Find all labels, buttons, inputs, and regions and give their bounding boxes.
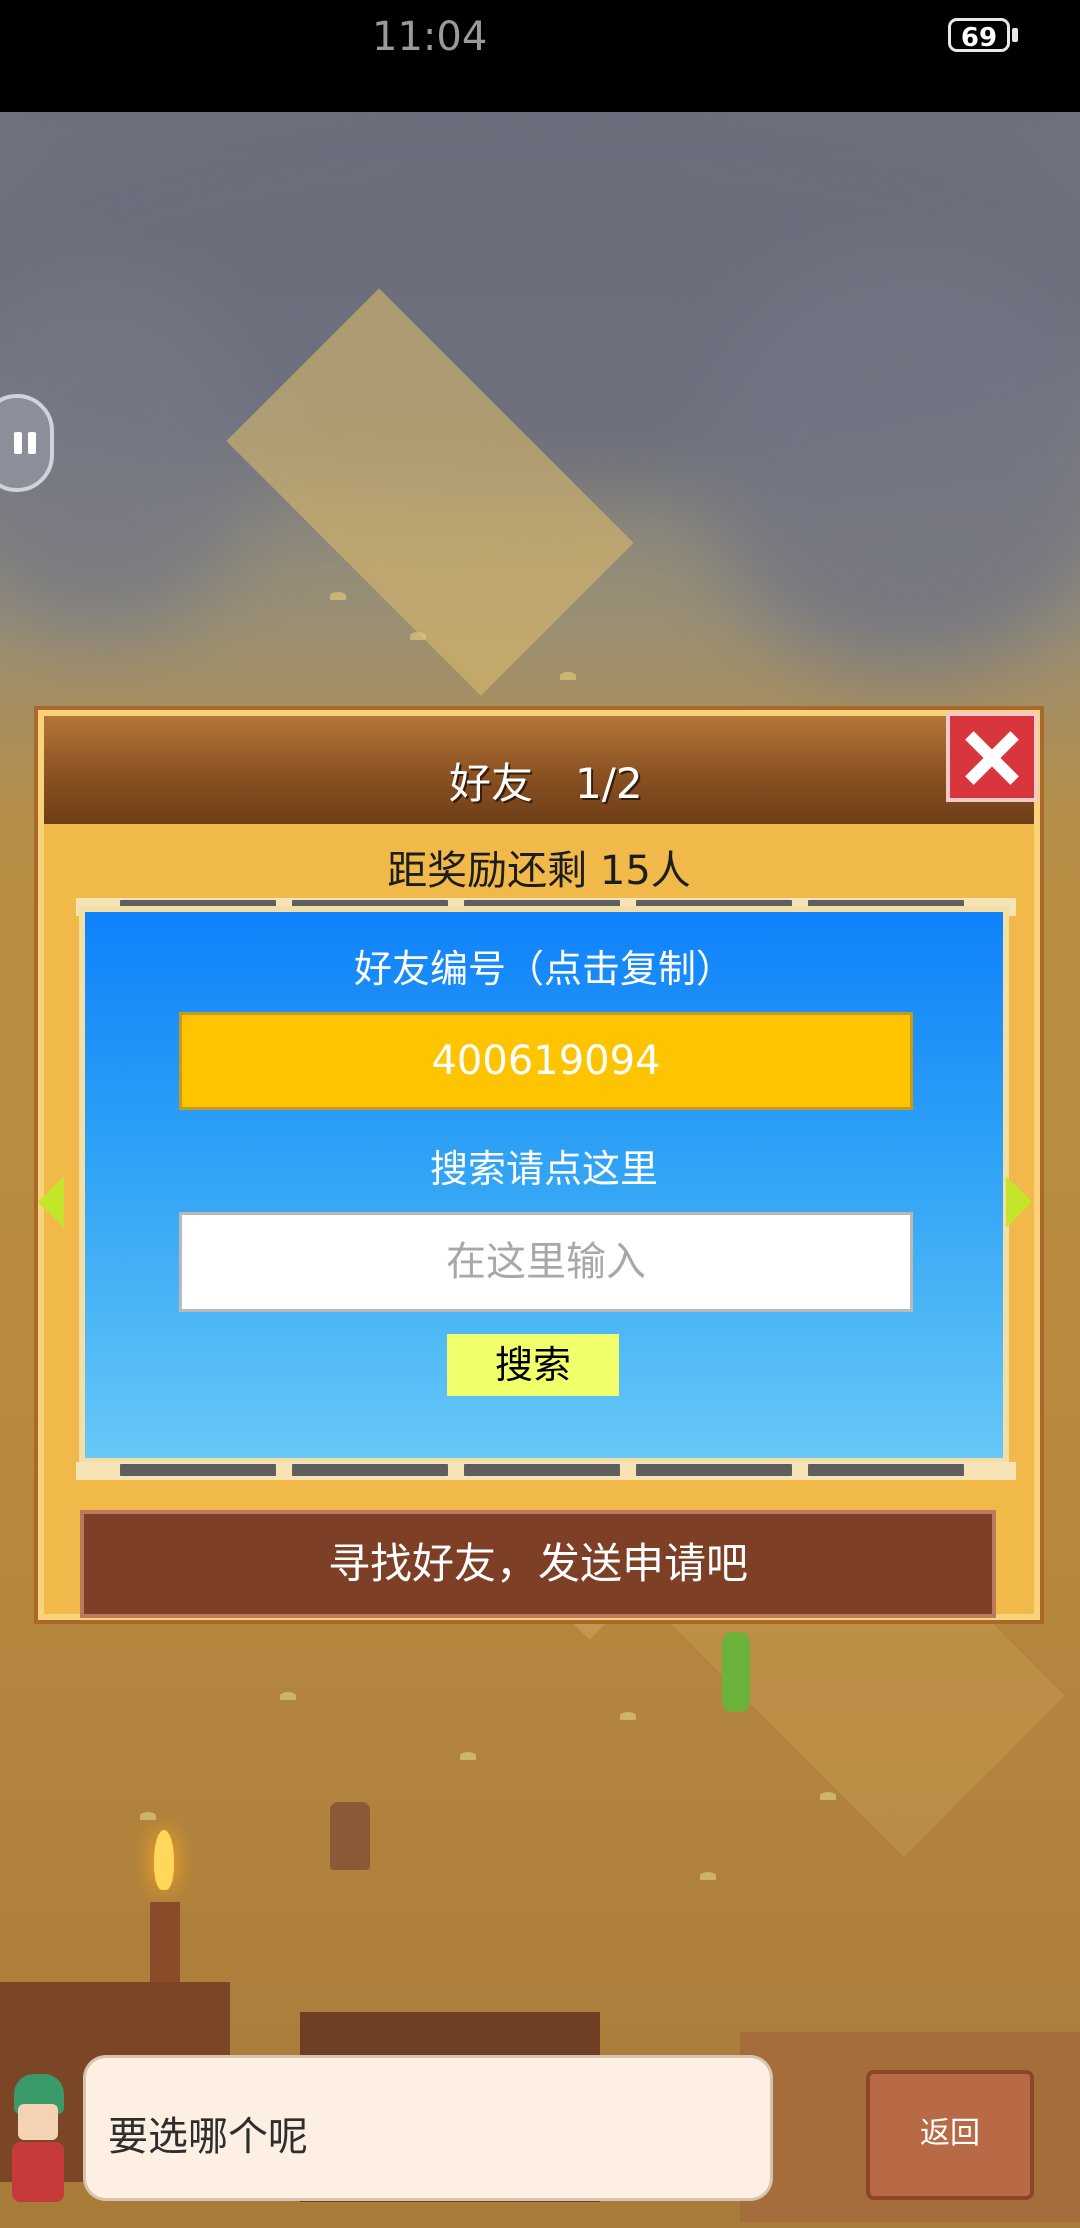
character-sprite[interactable] — [330, 1802, 370, 1870]
grass-tuft — [700, 1872, 716, 1880]
pause-button[interactable] — [0, 394, 54, 492]
pause-icon — [28, 432, 36, 454]
reward-remaining-text: 距奖励还剩 15人 — [387, 848, 691, 894]
friend-code-panel: 好友编号（点击复制） 400619094 搜索请点这里 搜索 — [79, 906, 1009, 1464]
find-friends-button[interactable]: 寻找好友，发送申请吧 — [80, 1510, 996, 1618]
grass-tuft — [560, 672, 576, 680]
battery-icon: 69 — [948, 18, 1010, 53]
status-time: 11:04 — [372, 14, 488, 60]
grass-tuft — [620, 1712, 636, 1720]
grass-tuft — [330, 592, 346, 600]
search-input[interactable] — [179, 1212, 913, 1312]
panel-rail-bottom — [76, 1462, 1016, 1480]
search-label: 搜索请点这里 — [429, 1147, 658, 1191]
friend-id-label: 好友编号（点击复制） — [353, 947, 734, 991]
torch-flame — [154, 1830, 174, 1890]
pause-icon — [14, 432, 22, 454]
battery-tip — [1012, 28, 1018, 42]
speech-text: 要选哪个呢 — [108, 2114, 308, 2160]
grass-tuft — [410, 632, 426, 640]
prev-page-arrow-icon[interactable] — [38, 1176, 64, 1228]
back-button[interactable]: 返回 — [866, 2070, 1034, 2200]
search-button[interactable]: 搜索 — [447, 1334, 619, 1396]
grass-tuft — [280, 1692, 296, 1700]
advisor-avatar — [0, 2056, 72, 2216]
grass-tuft — [460, 1752, 476, 1760]
friends-dialog: 好友 1/2 距奖励还剩 15人 好友编号（点击复制） 400619094 搜索… — [34, 706, 1044, 1624]
next-page-arrow-icon[interactable] — [1006, 1176, 1032, 1228]
grass-tuft — [820, 1792, 836, 1800]
close-button[interactable] — [946, 712, 1038, 802]
friend-id-copy[interactable]: 400619094 — [179, 1012, 913, 1110]
speech-bubble: 要选哪个呢 — [86, 2058, 770, 2198]
cactus-sprite — [722, 1632, 750, 1712]
dialog-title: 好友 1/2 — [449, 759, 643, 808]
dialog-header: 好友 1/2 — [44, 716, 1034, 824]
status-bar: 11:04 69 — [0, 0, 1080, 112]
grass-tuft — [140, 1812, 156, 1820]
